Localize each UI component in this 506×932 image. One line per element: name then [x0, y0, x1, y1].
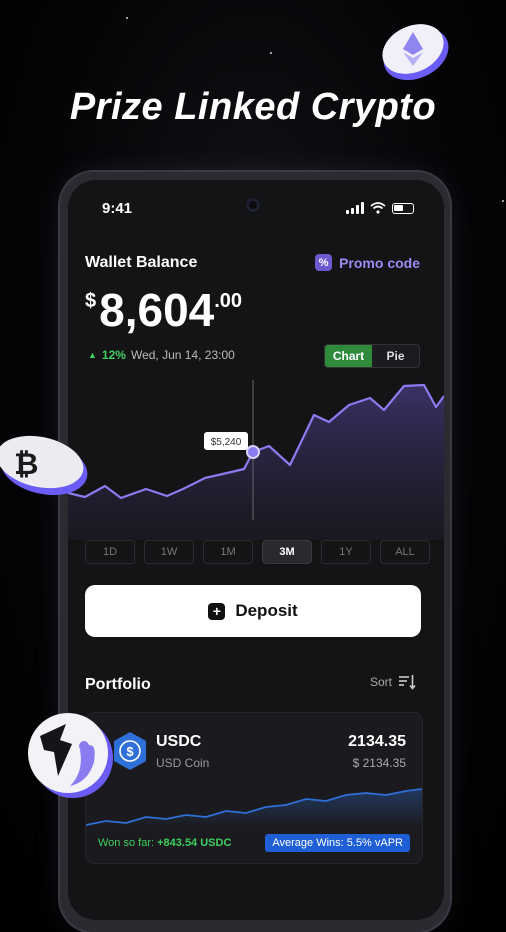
asset-sparkline	[86, 788, 422, 827]
chart-tooltip: $5,240	[211, 437, 242, 448]
signal-icon	[346, 202, 364, 214]
wifi-icon	[370, 202, 386, 214]
chart-marker	[246, 445, 260, 459]
star	[502, 200, 504, 202]
wallet-balance-title: Wallet Balance	[85, 254, 198, 271]
camera-icon	[246, 198, 260, 212]
change-date: Wed, Jun 14, 23:00	[130, 348, 235, 362]
deposit-label: Deposit	[235, 601, 298, 620]
range-selector: 1D 1W 1M 3M 1Y ALL	[85, 540, 430, 564]
plus-icon: +	[208, 602, 226, 620]
won-value: +843.54 USDC	[157, 837, 232, 849]
sort-label: Sort	[369, 675, 392, 689]
range-1y[interactable]: 1Y	[321, 540, 371, 564]
battery-icon	[392, 202, 414, 214]
deposit-button[interactable]: + Deposit	[85, 585, 421, 637]
balance-currency: $	[85, 290, 97, 312]
promo-code-button[interactable]: % Promo code	[315, 254, 420, 271]
pie-toggle-button[interactable]: Pie	[372, 345, 419, 367]
headline: Prize Linked Crypto	[69, 86, 437, 128]
svg-text:$: $	[126, 744, 134, 759]
portfolio-item-usdc[interactable]: $ USDC USD Coin 2134.35 $ 2134.35 Won so…	[85, 712, 423, 864]
wallet-balance: $ 8,604 .00	[85, 284, 242, 336]
sort-button[interactable]: Sort	[370, 674, 416, 690]
chart-area	[68, 385, 444, 540]
star	[126, 17, 128, 19]
ethereum-coin-icon	[382, 24, 449, 81]
asset-symbol: USDC	[156, 733, 202, 750]
balance-chart[interactable]: $5,240	[68, 370, 444, 540]
portfolio-title: Portfolio	[85, 676, 151, 693]
range-3m[interactable]: 3M	[262, 540, 312, 564]
star	[270, 52, 272, 54]
won-so-far: Won so far: +843.54 USDC	[98, 837, 231, 849]
svg-text:₿: ₿	[14, 448, 38, 481]
promo-code-label: Promo code	[339, 254, 420, 271]
up-arrow-icon: ▲	[88, 350, 97, 360]
status-bar: 9:41	[68, 198, 444, 220]
phone-screen: 9:41 Wallet Balance % Promo code $ 8,604…	[68, 180, 444, 920]
asset-amount-usd: $ 2134.35	[352, 756, 406, 770]
won-label: Won so far:	[98, 837, 155, 849]
balance-change: ▲ 12% Wed, Jun 14, 23:00	[88, 348, 235, 362]
range-1w[interactable]: 1W	[144, 540, 194, 564]
bitcoin-coin-icon: ₿	[0, 435, 88, 496]
change-percent: 12%	[101, 348, 126, 362]
asset-amount: 2134.35	[348, 733, 406, 750]
range-1m[interactable]: 1M	[203, 540, 253, 564]
promo-percent-icon: %	[315, 254, 333, 271]
app-logo-coin-icon	[28, 713, 113, 798]
status-time: 9:41	[102, 200, 133, 217]
sort-icon	[399, 675, 416, 690]
balance-main: 8,604	[99, 284, 215, 336]
average-wins-badge: Average Wins: 5.5% vAPR	[265, 834, 410, 852]
range-1d[interactable]: 1D	[85, 540, 135, 564]
chart-type-toggle: Chart Pie	[324, 344, 420, 368]
balance-decimal: .00	[214, 290, 243, 312]
range-all[interactable]: ALL	[380, 540, 430, 564]
chart-toggle-button[interactable]: Chart	[325, 345, 372, 367]
asset-name: USD Coin	[156, 756, 210, 770]
